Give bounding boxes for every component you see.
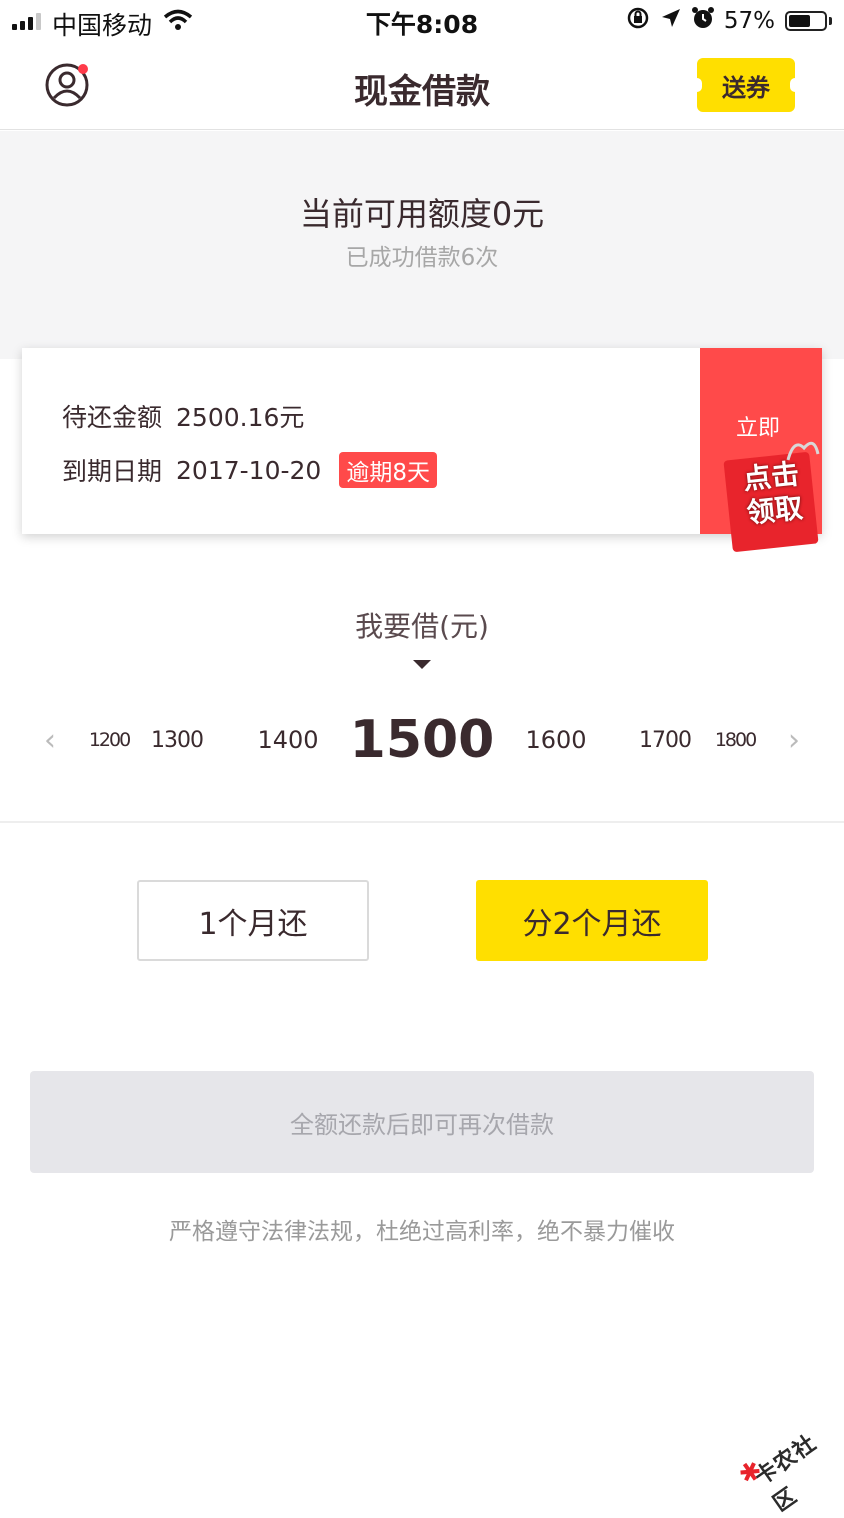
amount-option-1800[interactable]: 1800 (712, 700, 758, 780)
promo-banner[interactable]: 立即 点击 领取 (700, 348, 822, 553)
compliance-note: 严格遵守法律法规，杜绝过高利率，绝不暴力催收 (169, 1219, 675, 1245)
borrow-amount-label: 我要借(元) (355, 610, 489, 643)
watermark-text: 卡农社区 (750, 1430, 822, 1517)
amount-option-1200[interactable]: 1200 (86, 700, 132, 780)
watermark-logo: ✱ 卡农社区 (733, 1420, 840, 1517)
amount-value: 2500.16元 (176, 403, 305, 432)
battery-icon (785, 11, 827, 31)
coupon-button[interactable]: 送券 (692, 58, 800, 112)
loan-count: 已成功借款6次 (345, 245, 499, 271)
battery-percent: 57% (723, 8, 775, 34)
chevron-left-icon[interactable]: ‹ (38, 700, 62, 780)
available-quota: 当前可用额度0元 (299, 195, 545, 233)
nav-bar: 现金借款 送券 (0, 44, 844, 130)
amount-option-1300[interactable]: 1300 (148, 700, 206, 780)
amount-picker[interactable]: ‹ 1200 1300 1400 1500 1600 1700 1800 › (0, 700, 844, 780)
pending-repayment-card: 待还金额 2500.16元 到期日期 2017-10-20 逾期8天 立即 点击… (22, 348, 822, 553)
quota-panel: 当前可用额度0元 已成功借款6次 (0, 131, 844, 359)
caret-down-icon (413, 660, 431, 669)
location-icon (660, 7, 682, 35)
amount-option-1700[interactable]: 1700 (636, 700, 694, 780)
due-date-label: 到期日期 (62, 457, 163, 486)
amount-option-1400[interactable]: 1400 (254, 700, 322, 780)
amount-label: 待还金额 (62, 403, 163, 432)
reloan-button[interactable]: 全额还款后即可再次借款 (30, 1071, 814, 1173)
due-date-row: 到期日期 2017-10-20 逾期8天 (62, 452, 437, 488)
term-1-month-button[interactable]: 1个月还 (137, 880, 369, 961)
due-date-value: 2017-10-20 (176, 455, 322, 485)
overdue-badge: 逾期8天 (339, 452, 437, 488)
gift-text-line2: 领取 (745, 491, 805, 530)
promo-label: 立即 (736, 416, 781, 441)
gift-box-icon[interactable]: 点击 领取 (723, 440, 820, 553)
amount-row: 待还金额 2500.16元 (62, 398, 304, 434)
amount-option-selected[interactable]: 1500 (350, 700, 495, 780)
divider (0, 821, 844, 823)
chevron-right-icon[interactable]: › (782, 700, 806, 780)
term-2-months-button[interactable]: 分2个月还 (476, 880, 708, 961)
status-bar: 中国移动 下午8:08 57% (0, 0, 844, 44)
amount-option-1600[interactable]: 1600 (522, 700, 590, 780)
alarm-icon (691, 6, 714, 36)
orientation-lock-icon (626, 6, 650, 36)
